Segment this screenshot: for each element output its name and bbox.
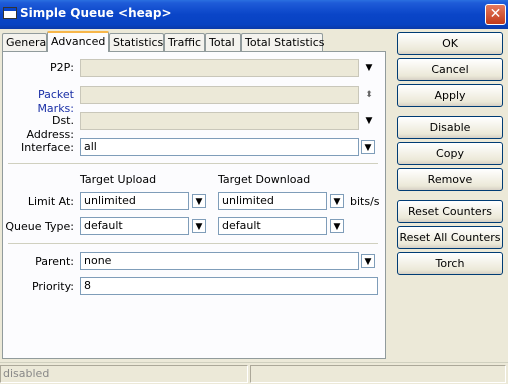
limit-at-upload-dropdown-icon[interactable]: ▼ xyxy=(192,194,206,208)
parent-select[interactable]: none xyxy=(80,252,359,270)
tab-total[interactable]: Total xyxy=(205,33,241,52)
tab-advanced[interactable]: Advanced xyxy=(47,31,109,52)
target-download-heading: Target Download xyxy=(218,173,311,186)
window-title: Simple Queue <heap> xyxy=(20,6,172,20)
p2p-label: P2P: xyxy=(50,61,74,74)
limit-at-download-dropdown-icon[interactable]: ▼ xyxy=(330,194,344,208)
packet-marks-updown-icon[interactable]: ⬍ xyxy=(362,88,376,102)
ok-button[interactable]: OK xyxy=(397,32,503,55)
dst-address-field[interactable] xyxy=(80,112,359,130)
priority-label: Priority: xyxy=(31,280,74,293)
tab-statistics[interactable]: Statistics xyxy=(109,33,164,52)
queue-type-download-dropdown-icon[interactable]: ▼ xyxy=(330,219,344,233)
interface-label: Interface: xyxy=(21,141,74,154)
disable-button[interactable]: Disable xyxy=(397,116,503,139)
dst-address-dropdown-icon[interactable]: ▼ xyxy=(362,114,376,128)
priority-input[interactable]: 8 xyxy=(80,277,378,295)
reset-counters-button[interactable]: Reset Counters xyxy=(397,200,503,223)
p2p-dropdown-icon[interactable]: ▼ xyxy=(362,61,376,75)
divider xyxy=(8,243,378,244)
copy-button[interactable]: Copy xyxy=(397,142,503,165)
limit-at-unit: bits/s xyxy=(350,195,380,208)
remove-button[interactable]: Remove xyxy=(397,168,503,191)
apply-button[interactable]: Apply xyxy=(397,84,503,107)
close-button[interactable]: ✕ xyxy=(485,4,506,25)
limit-at-download-input[interactable]: unlimited xyxy=(218,192,327,210)
parent-label: Parent: xyxy=(35,255,74,268)
divider xyxy=(8,163,378,164)
queue-type-download-select[interactable]: default xyxy=(218,217,327,235)
tab-strip: General Advanced Statistics Traffic Tota… xyxy=(2,31,387,52)
status-text: disabled xyxy=(0,365,248,383)
limit-at-upload-input[interactable]: unlimited xyxy=(80,192,189,210)
window-icon xyxy=(3,7,17,19)
title-bar: Simple Queue <heap> ✕ xyxy=(0,0,508,29)
queue-type-label: Queue Type: xyxy=(5,220,74,233)
target-upload-heading: Target Upload xyxy=(80,173,157,186)
reset-all-counters-button[interactable]: Reset All Counters xyxy=(397,226,503,249)
p2p-field[interactable] xyxy=(80,59,359,77)
packet-marks-label[interactable]: Packet Marks: xyxy=(4,88,74,116)
dst-address-label: Dst. Address: xyxy=(26,114,74,141)
parent-dropdown-icon[interactable]: ▼ xyxy=(361,254,375,268)
status-extra xyxy=(250,365,506,383)
status-bar: disabled xyxy=(0,362,508,384)
interface-dropdown-icon[interactable]: ▼ xyxy=(361,140,375,154)
tab-traffic[interactable]: Traffic xyxy=(164,33,205,52)
cancel-button[interactable]: Cancel xyxy=(397,58,503,81)
torch-button[interactable]: Torch xyxy=(397,252,503,275)
interface-select[interactable]: all xyxy=(80,138,359,156)
queue-type-upload-dropdown-icon[interactable]: ▼ xyxy=(192,219,206,233)
queue-type-upload-select[interactable]: default xyxy=(80,217,189,235)
limit-at-label: Limit At: xyxy=(27,195,74,208)
tab-general[interactable]: General xyxy=(2,33,49,52)
packet-marks-field[interactable] xyxy=(80,86,359,104)
tab-total-statistics[interactable]: Total Statistics xyxy=(241,33,324,52)
